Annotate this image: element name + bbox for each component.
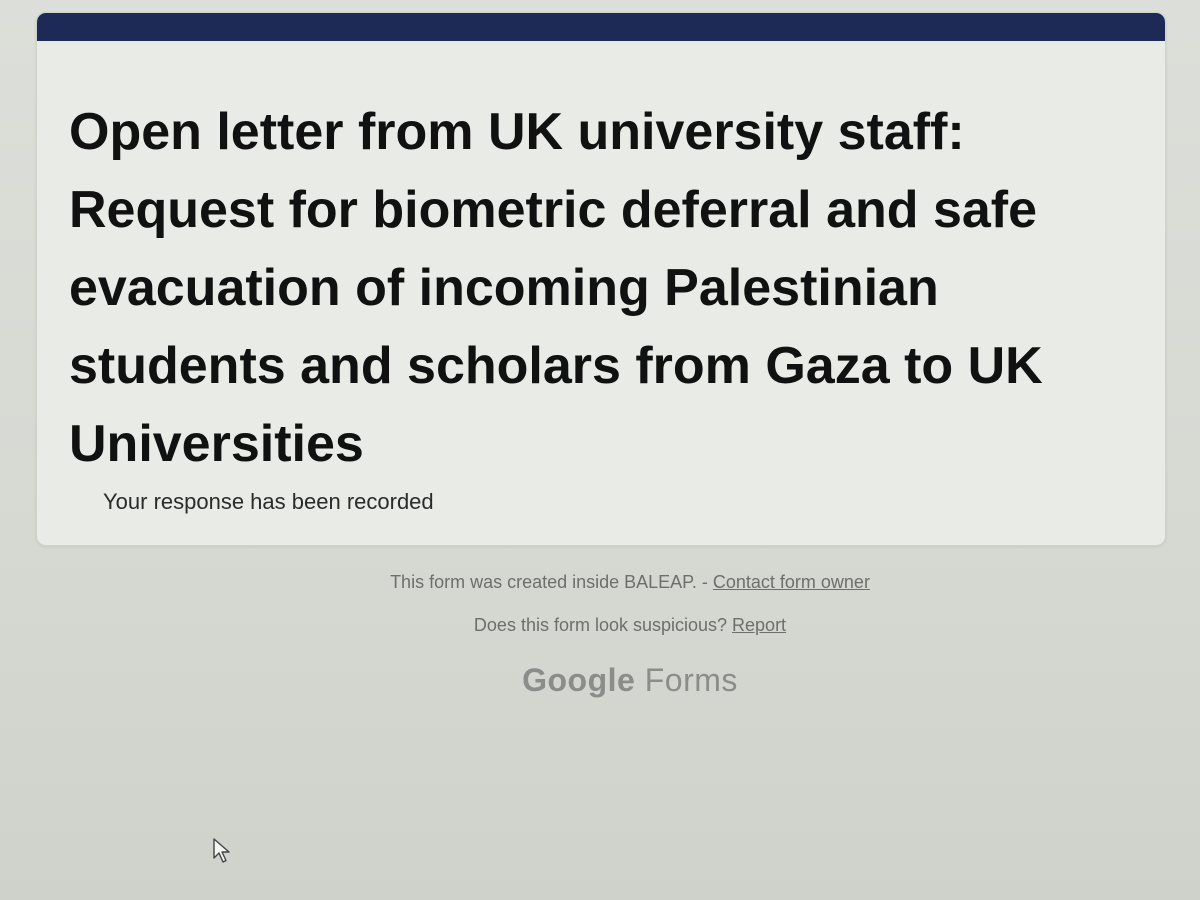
page: Open letter from UK university staff: Re… [0,0,1200,900]
contact-form-owner-link[interactable]: Contact form owner [713,572,870,592]
mouse-pointer-icon [213,838,230,863]
google-forms-logo[interactable]: Google Forms [0,662,1200,699]
forms-wordmark: Forms [644,662,738,698]
created-inside-line: This form was created inside BALEAP. - C… [0,572,1200,593]
form-title: Open letter from UK university staff: Re… [69,103,1043,473]
google-wordmark: Google [522,662,636,698]
suspicious-text: Does this form look suspicious? [473,615,733,635]
confirmation-message: Your response has been recorded [103,489,434,514]
report-link[interactable]: Report [732,615,786,635]
form-card: Open letter from UK university staff: Re… [36,12,1166,546]
form-header-accent-bar [37,13,1165,41]
suspicious-line: Does this form look suspicious? Report [0,615,1200,636]
form-footer: This form was created inside BALEAP. - C… [0,572,1200,699]
created-inside-text: This form was created inside BALEAP. - [390,572,713,592]
